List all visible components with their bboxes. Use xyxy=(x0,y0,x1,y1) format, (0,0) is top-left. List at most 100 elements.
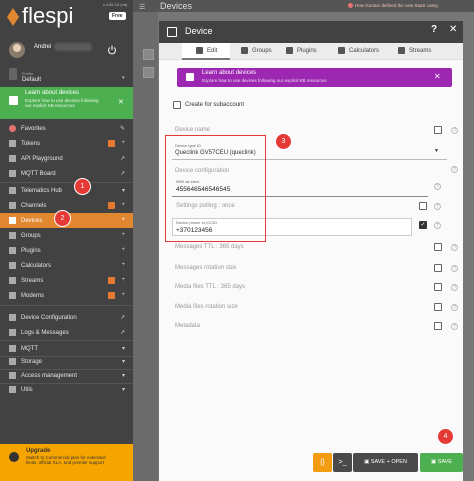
media-rotation-field[interactable]: Media files rotation size xyxy=(175,304,238,310)
profile-select[interactable]: Default xyxy=(22,77,41,83)
close-icon[interactable]: ✕ xyxy=(449,24,457,35)
field-toggle-checkbox[interactable] xyxy=(434,264,442,272)
chevron-down-icon[interactable]: ▾ xyxy=(122,345,125,352)
flespi-logo-icon xyxy=(7,8,19,26)
messages-ttl-field[interactable]: Messages TTL : 365 days xyxy=(175,244,244,250)
pencil-icon[interactable]: ✎ xyxy=(120,125,125,132)
help-icon[interactable]: ? xyxy=(434,222,441,229)
phone-enabled-checkbox[interactable]: ✓ xyxy=(419,221,427,229)
book-icon xyxy=(9,96,18,105)
sidebar-item-mqtt-board[interactable]: MQTT Board ↗ xyxy=(0,166,133,181)
sidebar-item-utils[interactable]: Utils ▾ xyxy=(0,382,133,397)
count-badge xyxy=(108,202,115,209)
annotation-badge: 3 xyxy=(275,133,292,150)
field-toggle-checkbox[interactable] xyxy=(434,283,442,291)
config-icon xyxy=(9,314,16,321)
add-icon[interactable]: + xyxy=(121,202,125,208)
media-ttl-field[interactable]: Media files TTL : 365 days xyxy=(175,284,245,290)
save-icon: ▣ xyxy=(431,459,438,465)
rocket-icon xyxy=(9,452,19,462)
sidebar-item-storage[interactable]: Storage ▾ xyxy=(0,354,133,369)
chevron-down-icon[interactable]: ▾ xyxy=(122,358,125,365)
close-icon[interactable]: ✕ xyxy=(434,72,441,81)
chevron-down-icon[interactable]: ▼ xyxy=(434,148,439,154)
storage-icon xyxy=(9,358,16,365)
help-icon[interactable]: ? xyxy=(434,183,441,190)
help-icon[interactable]: ? xyxy=(451,304,458,311)
help-icon[interactable]: ? xyxy=(451,284,458,291)
sidebar-item-telematics-hub[interactable]: Telematics Hub ▾ xyxy=(0,183,133,198)
external-link-icon[interactable]: ↗ xyxy=(120,155,125,162)
help-icon[interactable]: ? xyxy=(451,244,458,251)
add-icon[interactable]: + xyxy=(121,217,125,223)
tab-groups[interactable]: Groups xyxy=(241,47,272,54)
sidebar-item-tokens[interactable]: Tokens + xyxy=(0,136,133,151)
help-icon[interactable]: ? xyxy=(431,24,437,35)
tab-edit[interactable]: Edit xyxy=(196,47,217,54)
terminal-button[interactable]: >_ xyxy=(333,453,352,472)
sidebar-item-streams[interactable]: Streams + xyxy=(0,273,133,288)
chevron-down-icon[interactable]: ▾ xyxy=(122,187,125,194)
add-icon[interactable]: + xyxy=(121,247,125,253)
sidebar-item-api-playground[interactable]: API Playground ↗ xyxy=(0,151,133,166)
sidebar-item-groups[interactable]: Groups + xyxy=(0,228,133,243)
code-view-button[interactable]: {} xyxy=(313,453,332,472)
annotation-badge: 4 xyxy=(437,428,454,445)
sidebar-item-access-management[interactable]: Access management ▾ xyxy=(0,368,133,383)
device-icon xyxy=(9,217,16,224)
create-subaccount-checkbox[interactable] xyxy=(173,101,181,109)
help-icon[interactable]: ? xyxy=(451,265,458,272)
page-title: Devices xyxy=(160,1,193,11)
field-toggle-checkbox[interactable] xyxy=(419,202,427,210)
save-open-button[interactable]: ▣ SAVE + OPEN xyxy=(353,453,418,472)
count-badge xyxy=(108,277,115,284)
chevron-down-icon[interactable]: ▾ xyxy=(122,372,125,379)
external-link-icon[interactable]: ↗ xyxy=(120,329,125,336)
sidebar-item-calculators[interactable]: Calculators + xyxy=(0,258,133,273)
help-icon[interactable]: ? xyxy=(451,323,458,330)
logs-icon xyxy=(9,329,16,336)
field-toggle-checkbox[interactable] xyxy=(434,243,442,251)
external-link-icon[interactable]: ↗ xyxy=(120,170,125,177)
sidebar-item-modems[interactable]: Modems + xyxy=(0,288,133,303)
help-icon[interactable]: ? xyxy=(451,127,458,134)
device-list-icon[interactable] xyxy=(143,67,154,78)
external-link-icon[interactable]: ↗ xyxy=(120,314,125,321)
help-icon[interactable]: ? xyxy=(434,203,441,210)
device-list-icon[interactable] xyxy=(143,49,154,60)
tab-calculators[interactable]: Calculators xyxy=(338,47,379,54)
add-icon[interactable]: + xyxy=(121,277,125,283)
add-icon[interactable]: + xyxy=(121,262,125,268)
sidebar-item-logs-messages[interactable]: Logs & Messages ↗ xyxy=(0,325,133,340)
sidebar-item-plugins[interactable]: Plugins + xyxy=(0,243,133,258)
profile-label: Profile xyxy=(22,71,34,76)
tab-plugins[interactable]: Plugins xyxy=(286,47,317,54)
modem-icon xyxy=(9,292,16,299)
field-toggle-checkbox[interactable] xyxy=(434,126,442,134)
device-name-field[interactable]: Device name xyxy=(175,127,210,133)
version-label: v.4.65.15 (ea) xyxy=(103,2,128,7)
messages-rotation-field[interactable]: Messages rotation size xyxy=(175,265,236,271)
add-icon[interactable]: + xyxy=(121,140,125,146)
save-button[interactable]: ▣ SAVE xyxy=(420,453,463,472)
add-icon[interactable]: + xyxy=(121,232,125,238)
calculator-icon xyxy=(338,47,345,54)
add-icon[interactable]: + xyxy=(121,292,125,298)
menu-icon[interactable]: ☰ xyxy=(139,3,145,11)
close-icon[interactable]: ✕ xyxy=(118,98,124,106)
chevron-down-icon[interactable]: ▾ xyxy=(122,75,125,81)
field-toggle-checkbox[interactable] xyxy=(434,303,442,311)
chevron-down-icon[interactable]: ▾ xyxy=(122,386,125,393)
sidebar-item-favorites[interactable]: Favorites ✎ xyxy=(0,121,133,136)
field-toggle-checkbox[interactable] xyxy=(434,322,442,330)
tab-streams[interactable]: Streams xyxy=(398,47,431,54)
help-icon[interactable]: ? xyxy=(451,166,458,173)
pencil-icon xyxy=(196,47,203,54)
metadata-field[interactable]: Metadata xyxy=(175,323,200,329)
power-icon[interactable] xyxy=(107,45,117,55)
puzzle-icon xyxy=(286,47,293,54)
news-ticker[interactable]: How Gurtam defined the new SaaS categ xyxy=(355,3,438,8)
avatar[interactable] xyxy=(9,42,25,58)
user-email-blurred xyxy=(54,43,92,51)
sidebar-item-device-configuration[interactable]: Device Configuration ↗ xyxy=(0,310,133,325)
